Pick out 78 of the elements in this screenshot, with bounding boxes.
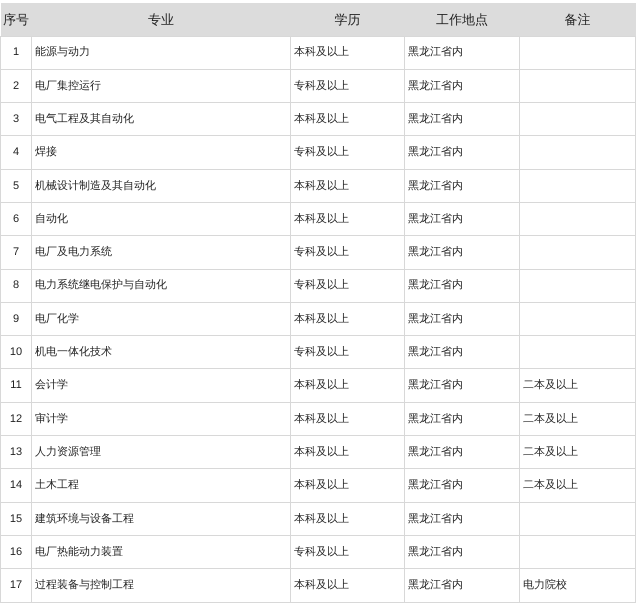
table-cell: 机电一体化技术	[35, 346, 112, 358]
table-cell: 二本及以上	[523, 446, 578, 458]
column-header: 备注	[564, 12, 590, 26]
table-cell: 本科及以上	[294, 46, 349, 58]
table-cell: 电厂热能动力装置	[35, 546, 123, 558]
column-header: 序号	[3, 12, 29, 26]
table-cell: 焊接	[35, 146, 57, 158]
table-cell: 过程装备与控制工程	[35, 579, 134, 592]
table-cell: 黑龙江省内	[408, 80, 463, 92]
table-cell: 4	[12, 146, 20, 158]
table-cell: 5	[12, 180, 20, 192]
table-cell: 11	[10, 379, 22, 392]
table-cell: 电厂化学	[35, 312, 79, 325]
table-cell: 二本及以上	[523, 412, 578, 425]
table-cell: 电力院校	[523, 579, 567, 592]
table-cell: 电厂集控运行	[35, 80, 101, 92]
table-cell: 2	[12, 80, 20, 92]
table-cell: 本科及以上	[294, 312, 349, 325]
table-cell: 会计学	[35, 379, 68, 392]
table-cell: 自动化	[35, 212, 68, 225]
table-cell: 专科及以上	[294, 279, 349, 292]
table-cell: 8	[12, 279, 20, 292]
table-cell: 15	[10, 512, 22, 525]
table-cell: 专科及以上	[294, 146, 349, 158]
table-cell: 10	[10, 346, 22, 358]
table-cell: 专科及以上	[294, 246, 349, 258]
table-cell: 建筑环境与设备工程	[35, 512, 134, 525]
table-cell: 人力资源管理	[35, 446, 101, 458]
column-header: 工作地点	[436, 12, 488, 26]
table-cell: 黑龙江省内	[408, 446, 463, 458]
table-cell: 9	[12, 312, 20, 325]
table-cell: 黑龙江省内	[408, 46, 463, 58]
table-cell: 黑龙江省内	[408, 479, 463, 492]
table-cell: 审计学	[35, 412, 68, 425]
table-cell: 13	[10, 446, 22, 458]
table-cell: 电力系统继电保护与自动化	[35, 279, 167, 292]
table-cell: 黑龙江省内	[408, 180, 463, 192]
table-cell: 本科及以上	[294, 112, 349, 125]
table-cell: 本科及以上	[294, 512, 349, 525]
table-cell: 17	[10, 579, 22, 592]
table-cell: 16	[10, 546, 22, 558]
table-cell: 本科及以上	[294, 412, 349, 425]
table-cell: 电厂及电力系统	[35, 246, 112, 258]
table-cell: 本科及以上	[294, 579, 349, 592]
table-cell: 3	[12, 112, 20, 125]
table-cell: 本科及以上	[294, 446, 349, 458]
table-cell: 本科及以上	[294, 180, 349, 192]
table-cell: 黑龙江省内	[408, 146, 463, 158]
table-cell: 黑龙江省内	[408, 312, 463, 325]
table-cell: 黑龙江省内	[408, 279, 463, 292]
table-cell: 土木工程	[35, 479, 79, 492]
table-cell: 本科及以上	[294, 379, 349, 392]
table-cell: 二本及以上	[523, 479, 578, 492]
table-cell: 1	[12, 46, 20, 58]
table-cell: 黑龙江省内	[408, 246, 463, 258]
table-cell: 机械设计制造及其自动化	[35, 180, 156, 192]
table-cell: 黑龙江省内	[408, 579, 463, 592]
table-cell: 黑龙江省内	[408, 112, 463, 125]
table-cell: 黑龙江省内	[408, 412, 463, 425]
table-cell: 黑龙江省内	[408, 546, 463, 558]
column-header: 专业	[148, 12, 174, 26]
table-cell: 本科及以上	[294, 479, 349, 492]
table-cell: 能源与动力	[35, 46, 90, 58]
table-cell: 黑龙江省内	[408, 379, 463, 392]
table-cell: 电气工程及其自动化	[35, 112, 134, 125]
table-cell: 专科及以上	[294, 80, 349, 92]
table-cell: 黑龙江省内	[408, 212, 463, 225]
column-header: 学历	[334, 12, 360, 26]
table-cell: 黑龙江省内	[408, 512, 463, 525]
table-cell: 黑龙江省内	[408, 346, 463, 358]
table-cell: 14	[10, 479, 22, 492]
table-cell: 专科及以上	[294, 546, 349, 558]
table-cell: 二本及以上	[523, 379, 578, 392]
table-cell: 12	[10, 412, 22, 425]
table-cell: 6	[12, 212, 20, 225]
table-cell: 专科及以上	[294, 346, 349, 358]
table-cell: 本科及以上	[294, 212, 349, 225]
table-cell: 7	[12, 246, 20, 258]
